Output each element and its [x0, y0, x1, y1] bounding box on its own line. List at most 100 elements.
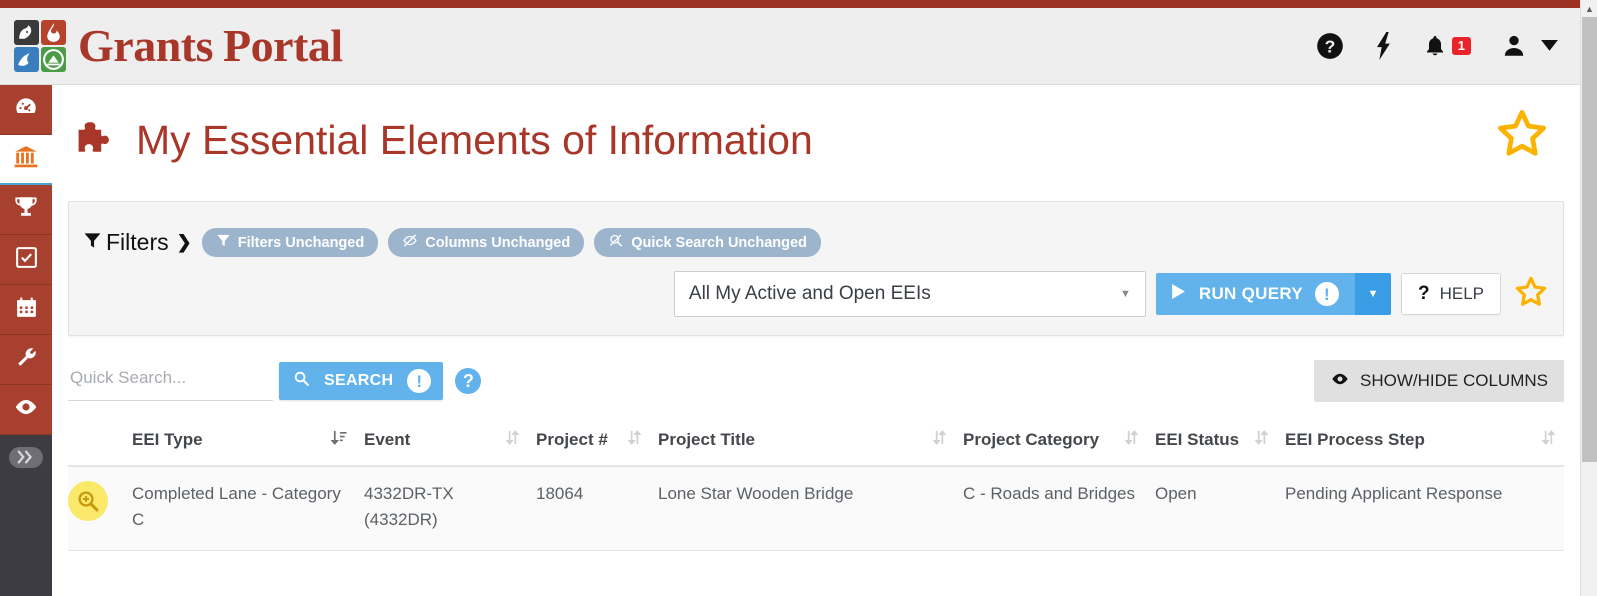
sort-both-icon[interactable] [505, 429, 520, 451]
page-favorite-star-icon[interactable] [1494, 107, 1550, 166]
column-label: EEI Status [1155, 430, 1240, 449]
pill-quick-search-unchanged[interactable]: Quick Search Unchanged [594, 228, 821, 257]
chevron-right-icon: ❯ [176, 232, 192, 252]
help-label: HELP [1439, 284, 1484, 303]
eye-icon [13, 394, 39, 425]
column-label: Project Title [658, 430, 755, 449]
sort-both-icon[interactable] [932, 429, 947, 451]
caret-down-icon [1541, 40, 1558, 51]
pill-columns-unchanged[interactable]: Columns Unchanged [388, 228, 585, 257]
run-query-label: RUN QUERY [1198, 284, 1303, 303]
sidebar-item-organization[interactable] [0, 135, 52, 185]
column-header-magnifier [68, 419, 124, 467]
column-header-eei-status[interactable]: EEI Status [1147, 419, 1277, 467]
pill-filters-unchanged[interactable]: Filters Unchanged [201, 228, 379, 257]
pill-label: Columns Unchanged [425, 234, 571, 251]
query-controls: All My Active and Open EEIs ▼ RUN QUERY … [83, 271, 1549, 317]
quick-search-input[interactable] [68, 361, 273, 401]
column-header-project-title[interactable]: Project Title [650, 419, 955, 467]
results-table-wrapper: EEI Type Event Project # Project Title P… [68, 419, 1564, 551]
run-query-group: RUN QUERY ! ▼ [1155, 273, 1391, 315]
search-label: SEARCH [324, 372, 394, 389]
brand[interactable]: Grants Portal [14, 20, 343, 72]
puzzle-piece-icon [74, 118, 120, 164]
table-head: EEI Type Event Project # Project Title P… [68, 419, 1564, 467]
sidebar-item-tools[interactable] [0, 335, 52, 385]
app-header: Grants Portal ? 1 [0, 8, 1580, 85]
column-label: EEI Process Step [1285, 430, 1425, 449]
exclamation-circle-icon[interactable]: ! [1314, 282, 1339, 306]
sidebar-item-awards[interactable] [0, 185, 52, 235]
brand-title: Grants Portal [78, 20, 343, 71]
filters-toggle[interactable]: Filters ❯ [83, 229, 192, 256]
bell-icon [1426, 36, 1443, 56]
scrollbar-up-arrow[interactable]: ▲ [1581, 0, 1597, 17]
eye-icon [1330, 371, 1350, 392]
notifications[interactable]: 1 [1424, 33, 1471, 59]
column-header-project-num[interactable]: Project # [528, 419, 650, 467]
main-content: My Essential Elements of Information Fil… [52, 85, 1580, 596]
play-icon [1170, 283, 1187, 305]
column-header-project-category[interactable]: Project Category [955, 419, 1147, 467]
sort-both-icon[interactable] [1254, 429, 1269, 451]
top-accent-strip [0, 0, 1580, 8]
calendar-icon [14, 295, 39, 325]
chevron-up-icon: ▲ [1585, 3, 1594, 14]
query-select-value: All My Active and Open EEIs [688, 283, 931, 304]
cell-project-title: Lone Star Wooden Bridge [650, 466, 955, 551]
show-hide-columns-button[interactable]: SHOW/HIDE COLUMNS [1314, 360, 1564, 402]
dashboard-gauge-icon [13, 94, 39, 125]
question-circle-icon[interactable]: ? [1316, 32, 1344, 60]
run-query-dropdown-button[interactable]: ▼ [1354, 273, 1391, 315]
table-header-row: EEI Type Event Project # Project Title P… [68, 419, 1564, 467]
question-mark-icon: ? [1417, 283, 1430, 304]
cell-project-num: 18064 [528, 466, 650, 551]
sort-both-icon[interactable] [1541, 429, 1556, 451]
query-select[interactable]: All My Active and Open EEIs ▼ [673, 271, 1146, 317]
sort-both-icon[interactable] [627, 429, 642, 451]
quick-search-help-icon[interactable]: ? [455, 368, 482, 394]
grants-portal-logo-icon [14, 20, 66, 72]
column-header-eei-process-step[interactable]: EEI Process Step [1277, 419, 1564, 467]
caret-down-icon: ▼ [1367, 288, 1379, 300]
run-query-button[interactable]: RUN QUERY ! [1155, 273, 1355, 315]
page-title: My Essential Elements of Information [136, 117, 813, 163]
svg-text:?: ? [1324, 36, 1335, 56]
column-header-eei-type[interactable]: EEI Type [124, 419, 356, 467]
funnel-icon [83, 229, 102, 256]
pill-label: Quick Search Unchanged [631, 234, 807, 251]
quick-search-row: SEARCH ! ? SHOW/HIDE COLUMNS [68, 358, 1564, 404]
column-label: Project Category [963, 430, 1100, 449]
search-button[interactable]: SEARCH ! [279, 362, 444, 400]
sidebar-item-watch[interactable] [0, 385, 52, 435]
cell-eei-process-step: Pending Applicant Response [1277, 466, 1564, 551]
sort-both-icon[interactable] [1124, 429, 1139, 451]
column-label: Event [364, 430, 411, 449]
app-root: Grants Portal ? 1 My Essential Elements … [0, 0, 1597, 596]
sidebar-item-tasks[interactable] [0, 235, 52, 285]
column-label: EEI Type [132, 430, 203, 449]
sidebar-item-calendar[interactable] [0, 285, 52, 335]
search-icon [293, 370, 310, 392]
magnifier-plus-icon[interactable] [68, 481, 108, 521]
filters-row: Filters ❯ Filters Unchanged Columns Unch… [83, 214, 1549, 257]
caret-down-icon: ▼ [1120, 288, 1131, 300]
filters-label-text: Filters [106, 229, 169, 255]
column-header-event[interactable]: Event [356, 419, 528, 467]
double-chevron-right-icon [9, 446, 43, 468]
query-favorite-star-icon[interactable] [1513, 275, 1549, 314]
trophy-icon [13, 194, 39, 225]
help-button[interactable]: ? HELP [1400, 273, 1501, 315]
user-icon [1504, 35, 1524, 56]
sidebar-expand-toggle[interactable] [0, 435, 52, 479]
lightning-bolt-icon[interactable] [1374, 32, 1394, 60]
exclamation-circle-icon[interactable]: ! [407, 369, 432, 393]
page-header: My Essential Elements of Information [52, 85, 1580, 164]
page-scrollbar[interactable]: ▲ [1580, 0, 1597, 596]
user-menu[interactable] [1501, 33, 1558, 59]
scrollbar-thumb[interactable] [1582, 17, 1597, 462]
table-row[interactable]: Completed Lane - Category C 4332DR-TX (4… [68, 466, 1564, 551]
sort-active-icon[interactable] [330, 429, 348, 451]
sidebar-item-dashboard[interactable] [0, 85, 52, 135]
cell-eei-type: Completed Lane - Category C [124, 466, 356, 551]
